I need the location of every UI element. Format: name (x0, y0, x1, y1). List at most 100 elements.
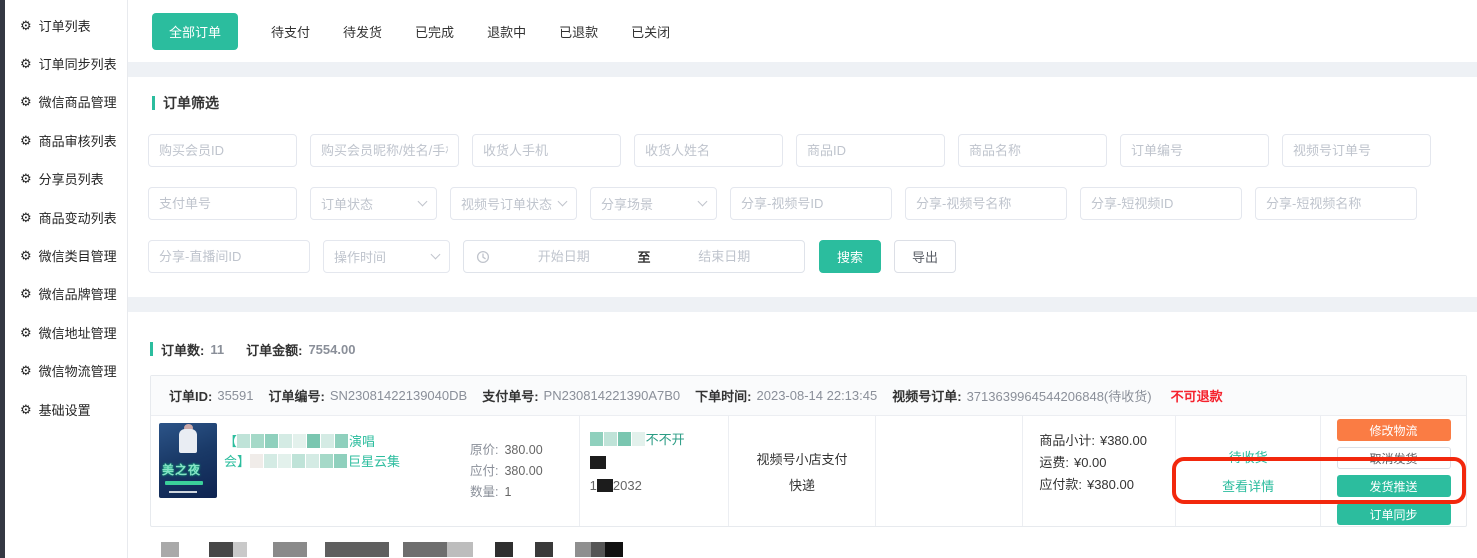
order-id-label: 订单ID: (169, 386, 212, 405)
sidebar-item-label: 分享员列表 (39, 169, 104, 188)
sidebar-item-wechat-logistics[interactable]: ⚙微信物流管理 (5, 352, 127, 390)
redaction-block (161, 542, 179, 557)
tab-all-orders[interactable]: 全部订单 (152, 13, 238, 50)
totals-column: 商品小计:¥380.00 运费:¥0.00 应付款:¥380.00 (1022, 416, 1175, 526)
wx-order-no-input[interactable] (1282, 134, 1431, 167)
order-sync-button[interactable]: 订单同步 (1337, 503, 1451, 525)
redaction-block (590, 456, 606, 469)
quantity-label: 数量: (470, 485, 498, 499)
sidebar-item-wechat-brand[interactable]: ⚙微信品牌管理 (5, 275, 127, 313)
main-content: 全部订单 待支付 待发货 已完成 退款中 已退款 已关闭 订单筛选 (128, 0, 1477, 558)
redaction-block (597, 479, 613, 492)
redaction-block (237, 434, 250, 448)
export-button[interactable]: 导出 (894, 240, 956, 273)
date-separator: 至 (638, 247, 651, 266)
sidebar-item-wechat-address[interactable]: ⚙ 微信地址管理 (5, 313, 127, 351)
share-scene-select[interactable]: 分享场景 (590, 187, 717, 220)
subtotal-label: 商品小计: (1039, 433, 1095, 448)
chevron-down-icon (431, 250, 441, 260)
product-title[interactable]: 【演唱 会】巨星云集 (224, 423, 452, 519)
payable-price-label: 应付: (470, 464, 498, 478)
buyer-member-id-input[interactable] (148, 134, 297, 167)
product-name-input[interactable] (958, 134, 1107, 167)
product-column: 美之夜 【演唱 会】巨星云集 原价:380.00 应付:380.00 数量:1 (151, 416, 579, 526)
wx-order-status-select[interactable]: 视频号订单状态 (450, 187, 577, 220)
sidebar-item-label: 微信商品管理 (39, 92, 117, 111)
tab-completed[interactable]: 已完成 (415, 22, 454, 41)
wx-order-label: 视频号订单: (892, 386, 961, 405)
filter-section-title: 订单筛选 (152, 93, 1477, 113)
order-status-select[interactable]: 订单状态 (310, 187, 437, 220)
pay-no-input[interactable] (148, 187, 297, 220)
sidebar-item-order-sync-list[interactable]: ⚙ 订单同步列表 (5, 44, 127, 82)
order-time-label: 下单时间: (695, 386, 751, 405)
sidebar-item-product-audit[interactable]: ⚙商品审核列表 (5, 121, 127, 159)
status-column: 待收货 查看详情 (1175, 416, 1320, 526)
receiver-phone-input[interactable] (472, 134, 621, 167)
share-video-name-input[interactable] (1255, 187, 1417, 220)
gear-icon: ⚙ (20, 249, 32, 262)
gear-icon: ⚙ (20, 326, 32, 339)
tab-refunding[interactable]: 退款中 (487, 22, 526, 41)
product-image: 美之夜 (159, 423, 217, 498)
sidebar-item-label: 微信地址管理 (39, 323, 117, 342)
order-count-value: 11 (210, 342, 224, 357)
search-button[interactable]: 搜索 (819, 240, 881, 273)
buyer-nick-name-phone-input[interactable] (310, 134, 459, 167)
non-refundable-flag: 不可退款 (1171, 386, 1223, 405)
order-amount-label: 订单金额: (246, 340, 302, 359)
product-id-input[interactable] (796, 134, 945, 167)
gear-icon: ⚙ (20, 57, 32, 70)
empty-column (875, 416, 1022, 526)
sidebar-item-sharer-list[interactable]: ⚙ 分享员列表 (5, 160, 127, 198)
payable-value: ¥380.00 (1087, 477, 1134, 492)
order-sn-input[interactable] (1120, 134, 1269, 167)
tab-pending-payment[interactable]: 待支付 (271, 22, 310, 41)
sidebar-item-label: 订单同步列表 (39, 54, 117, 73)
sidebar-item-basic-settings[interactable]: ⚙ 基础设置 (5, 390, 127, 428)
modify-logistics-button[interactable]: 修改物流 (1337, 419, 1451, 441)
sidebar-item-label: 微信物流管理 (39, 361, 117, 380)
share-channel-name-input[interactable] (905, 187, 1067, 220)
receiver-name-input[interactable] (634, 134, 783, 167)
sidebar-item-wechat-category[interactable]: ⚙ 微信类目管理 (5, 236, 127, 274)
wx-order-value: 3713639964544206848(待收货) (967, 386, 1152, 405)
gear-icon: ⚙ (20, 172, 32, 185)
order-status-tabs: 全部订单 待支付 待发货 已完成 退款中 已退款 已关闭 (128, 0, 1477, 62)
date-range-picker[interactable]: 至 (463, 240, 805, 273)
section-accent-bar (152, 96, 155, 110)
payable-label: 应付款: (1039, 477, 1082, 492)
gear-icon: ⚙ (20, 211, 32, 224)
gear-icon: ⚙ (20, 95, 32, 108)
operation-time-select[interactable]: 操作时间 (323, 240, 450, 273)
view-detail-link[interactable]: 查看详情 (1222, 476, 1274, 495)
buyer-column: 不不开 12032 (579, 416, 728, 526)
shipping-method: 快递 (789, 475, 815, 494)
share-live-room-id-input[interactable] (148, 240, 310, 273)
gear-icon: ⚙ (20, 134, 32, 147)
quantity-value: 1 (504, 485, 511, 499)
tab-closed[interactable]: 已关闭 (631, 22, 670, 41)
sidebar-item-label: 微信类目管理 (39, 246, 117, 265)
original-price-label: 原价: (470, 443, 498, 457)
buyer-nickname: 不不开 (590, 428, 728, 451)
sidebar-item-order-list[interactable]: ⚙订单列表 (5, 6, 127, 44)
sidebar-item-product-change[interactable]: ⚙商品变动列表 (5, 198, 127, 236)
tab-pending-shipment[interactable]: 待发货 (343, 22, 382, 41)
end-date-input[interactable] (657, 249, 793, 264)
cancel-shipment-button[interactable]: 取消发货 (1337, 447, 1451, 469)
actions-column: 修改物流 取消发货 发货推送 订单同步 (1320, 416, 1466, 526)
share-channel-id-input[interactable] (730, 187, 892, 220)
chevron-down-icon (418, 197, 428, 207)
sidebar-item-label: 基础设置 (39, 400, 91, 419)
gear-icon: ⚙ (20, 403, 32, 416)
shipment-push-button[interactable]: 发货推送 (1337, 475, 1451, 497)
chevron-down-icon (698, 197, 708, 207)
share-video-id-input[interactable] (1080, 187, 1242, 220)
divider-band (128, 62, 1477, 77)
start-date-input[interactable] (496, 249, 632, 264)
tab-refunded[interactable]: 已退款 (559, 22, 598, 41)
sidebar-item-wechat-product[interactable]: ⚙ 微信商品管理 (5, 83, 127, 121)
filter-row-3: 操作时间 至 搜索 导出 (148, 240, 1477, 273)
redacted-next-order-row (150, 541, 1477, 557)
